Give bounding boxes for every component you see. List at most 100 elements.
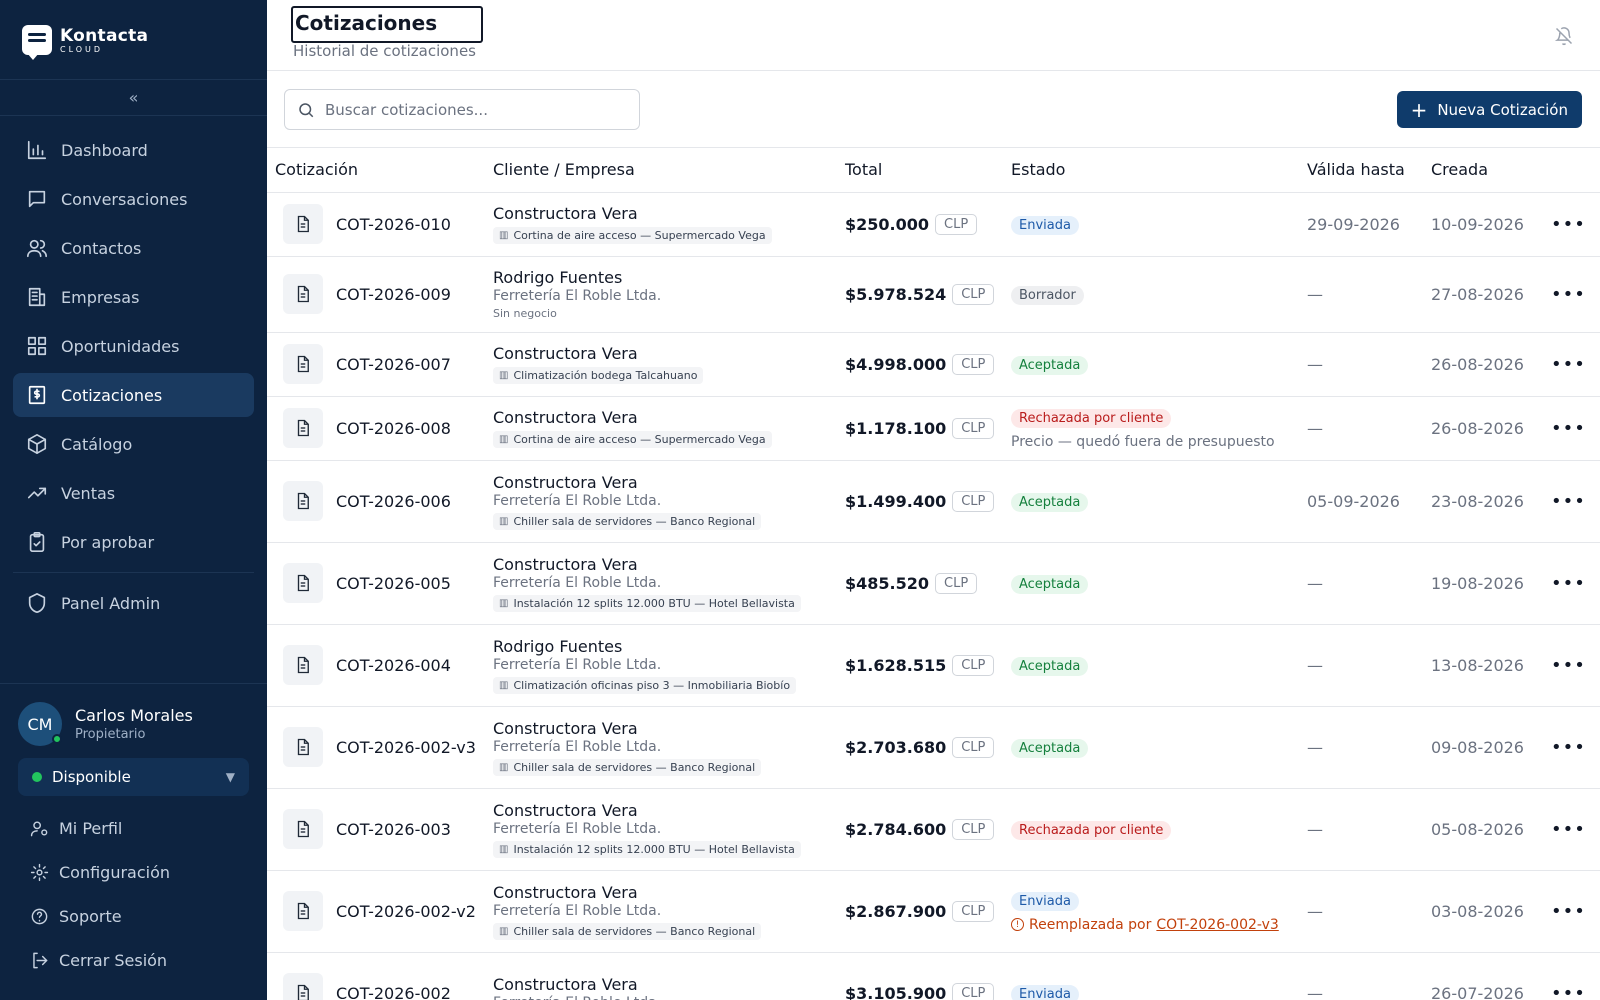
availability-value: Disponible [52, 768, 131, 786]
account-link-1[interactable]: Configuración [30, 850, 249, 894]
bell-off-icon[interactable] [1554, 26, 1574, 46]
more-actions-icon[interactable]: ••• [1551, 819, 1586, 840]
col-header-creada[interactable]: Creada [1431, 148, 1551, 193]
quote-id[interactable]: COT-2026-009 [336, 285, 451, 304]
client-name[interactable]: Rodrigo Fuentes [493, 637, 845, 656]
currency-badge: CLP [935, 213, 978, 235]
client-name[interactable]: Constructora Vera [493, 408, 845, 427]
table-row[interactable]: COT-2026-002-v2 Constructora Vera Ferreter… [267, 870, 1600, 953]
col-header-total[interactable]: Total [845, 148, 1011, 193]
brand[interactable]: Kontacta CLOUD [0, 0, 267, 80]
receipt-icon [28, 385, 46, 405]
table-row[interactable]: COT-2026-006 Constructora Vera Ferretería … [267, 460, 1600, 543]
sidebar-item-cotizaciones[interactable]: Cotizaciones [13, 373, 254, 417]
sidebar-item-oportunidades[interactable]: Oportunidades [13, 324, 254, 368]
deal-name: Climatización oficinas piso 3 — Inmobili… [513, 678, 791, 692]
valid-until: — [1307, 354, 1323, 374]
client-name[interactable]: Constructora Vera [493, 975, 845, 994]
more-actions-icon[interactable]: ••• [1551, 491, 1586, 512]
replaced-notice: ! Reemplazada por COT-2026-002-v3 [1011, 917, 1307, 933]
table-row[interactable]: COT-2026-007 Constructora Vera ▥ Climatizac… [267, 332, 1600, 397]
more-actions-icon[interactable]: ••• [1551, 354, 1586, 375]
client-name[interactable]: Constructora Vera [493, 719, 845, 738]
collapse-sidebar-button[interactable]: « [0, 80, 267, 116]
more-actions-icon[interactable]: ••• [1551, 418, 1586, 439]
account-link-label: Configuración [59, 862, 171, 882]
quote-id[interactable]: COT-2026-005 [336, 574, 451, 593]
deal-tag[interactable]: ▥ Instalación 12 splits 12.000 BTU — Hote… [493, 840, 801, 858]
user-profile[interactable]: CM Carlos Morales Propietario [18, 702, 249, 746]
sidebar-item-panel-admin[interactable]: Panel Admin [13, 581, 254, 625]
more-actions-icon[interactable]: ••• [1551, 214, 1586, 235]
account-link-2[interactable]: Soporte [30, 894, 249, 938]
quote-id[interactable]: COT-2026-007 [336, 355, 451, 374]
quote-id[interactable]: COT-2026-010 [336, 215, 451, 234]
quote-id[interactable]: COT-2026-008 [336, 419, 451, 438]
sidebar-item-empresas[interactable]: Empresas [13, 275, 254, 319]
created-date: 27-08-2026 [1431, 284, 1524, 304]
deal-tag[interactable]: ▥ Climatización oficinas piso 3 — Inmobil… [493, 676, 797, 694]
table-row[interactable]: COT-2026-004 Rodrigo Fuentes Ferretería El… [267, 624, 1600, 707]
deal-tag[interactable]: ▥ Climatización bodega Talcahuano [493, 367, 704, 384]
deal-name: Cortina de aire acceso — Supermercado Ve… [513, 229, 766, 242]
sidebar-item-contactos[interactable]: Contactos [13, 226, 254, 270]
quote-id[interactable]: COT-2026-003 [336, 820, 451, 839]
new-quote-button[interactable]: + Nueva Cotización [1396, 91, 1582, 128]
table-row[interactable]: COT-2026-003 Constructora Vera Ferretería … [267, 788, 1600, 871]
table-row[interactable]: COT-2026-008 Constructora Vera ▥ Cortina de… [267, 396, 1600, 461]
sidebar-item-por-aprobar[interactable]: Por aprobar [13, 520, 254, 564]
client-name[interactable]: Rodrigo Fuentes [493, 268, 845, 287]
col-header-cliente[interactable]: Cliente / Empresa [493, 148, 845, 193]
replaced-by-link[interactable]: COT-2026-002-v3 [1156, 917, 1278, 933]
more-actions-icon[interactable]: ••• [1551, 655, 1586, 676]
deal-tag[interactable]: ▥ Chiller sala de servidores — Banco Regi… [493, 758, 762, 776]
table-row[interactable]: COT-2026-005 Constructora Vera Ferretería … [267, 542, 1600, 625]
col-header-cotizacion[interactable]: Cotización [267, 148, 493, 193]
quote-id[interactable]: COT-2026-002-v2 [336, 902, 476, 921]
deal-tag[interactable]: ▥ Chiller sala de servidores — Banco Regi… [493, 922, 762, 940]
status-badge: Enviada [1011, 891, 1079, 911]
quote-id[interactable]: COT-2026-002 [336, 984, 451, 1000]
currency-badge: CLP [952, 736, 995, 758]
company-name: Ferretería El Roble Ltda. [493, 995, 845, 1000]
account-link-0[interactable]: Mi Perfil [30, 806, 249, 850]
document-icon-box [283, 204, 323, 244]
client-name[interactable]: Constructora Vera [493, 555, 845, 574]
company-name: Ferretería El Roble Ltda. [493, 656, 662, 673]
more-actions-icon[interactable]: ••• [1551, 284, 1586, 305]
more-actions-icon[interactable]: ••• [1551, 573, 1586, 594]
client-name[interactable]: Constructora Vera [493, 344, 845, 363]
search-input[interactable] [325, 100, 625, 119]
table-row[interactable]: COT-2026-010 Constructora Vera ▥ Cortina de… [267, 192, 1600, 257]
sidebar-item-catalogo[interactable]: Catálogo [13, 422, 254, 466]
client-name[interactable]: Constructora Vera [493, 204, 845, 223]
sidebar-item-label: Empresas [61, 287, 140, 307]
col-header-valida[interactable]: Válida hasta [1307, 148, 1431, 193]
deal-tag[interactable]: ▥ Cortina de aire acceso — Supermercado V… [493, 227, 772, 244]
col-header-estado[interactable]: Estado [1011, 148, 1307, 193]
more-actions-icon[interactable]: ••• [1551, 983, 1586, 1000]
search-box[interactable] [284, 89, 640, 130]
quote-id[interactable]: COT-2026-004 [336, 656, 451, 675]
table-row[interactable]: COT-2026-009 Rodrigo Fuentes Ferretería El… [267, 256, 1600, 333]
more-actions-icon[interactable]: ••• [1551, 901, 1586, 922]
quote-id[interactable]: COT-2026-002-v3 [336, 738, 476, 757]
sidebar-item-conversaciones[interactable]: Conversaciones [13, 177, 254, 221]
sidebar-item-ventas[interactable]: Ventas [13, 471, 254, 515]
sidebar-nav: Dashboard Conversaciones Contactos Empresas… [0, 116, 267, 625]
table-row[interactable]: COT-2026-002-v3 Constructora Vera Ferreter… [267, 706, 1600, 789]
more-actions-icon[interactable]: ••• [1551, 737, 1586, 758]
deal-tag[interactable]: ▥ Cortina de aire acceso — Supermercado V… [493, 431, 772, 448]
status-badge: Aceptada [1011, 574, 1089, 594]
table-row[interactable]: COT-2026-002 Constructora VeraFerretería … [267, 952, 1600, 1000]
sidebar-item-dashboard[interactable]: Dashboard [13, 128, 254, 172]
toolbar: + Nueva Cotización [267, 71, 1600, 148]
client-name[interactable]: Constructora Vera [493, 473, 845, 492]
availability-select[interactable]: Disponible ▼ [18, 758, 249, 796]
quote-id[interactable]: COT-2026-006 [336, 492, 451, 511]
deal-tag[interactable]: ▥ Chiller sala de servidores — Banco Regi… [493, 512, 762, 530]
client-name[interactable]: Constructora Vera [493, 801, 845, 820]
deal-tag[interactable]: ▥ Instalación 12 splits 12.000 BTU — Hote… [493, 594, 801, 612]
client-name[interactable]: Constructora Vera [493, 883, 845, 902]
account-link-3[interactable]: Cerrar Sesión [30, 938, 249, 982]
